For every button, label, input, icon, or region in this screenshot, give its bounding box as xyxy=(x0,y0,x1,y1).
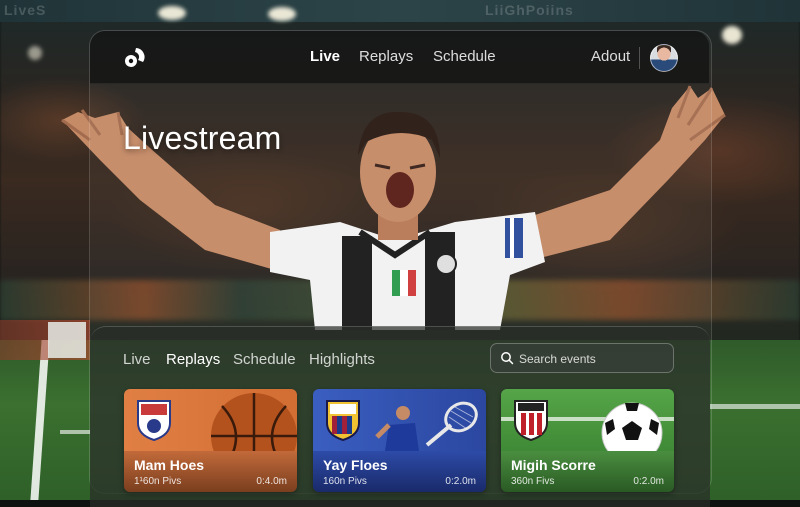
event-card[interactable]: Yay Floes 160n Pivs 0:2.0m xyxy=(313,389,486,492)
top-nav: Live Replays Schedule Adout xyxy=(90,31,709,84)
card-info: Migih Scorre 360n Fivs 0:2.0m xyxy=(501,451,674,492)
card-thumbnail xyxy=(313,389,486,451)
tennis-racket-icon xyxy=(425,401,478,447)
card-thumbnail xyxy=(501,389,674,451)
card-meta: 1¹60n Pivs xyxy=(134,476,182,487)
stadium-light xyxy=(28,46,42,60)
card-duration: 0:2.0m xyxy=(633,476,664,487)
card-info: Yay Floes 160n Pivs 0:2.0m xyxy=(313,451,486,492)
search-icon xyxy=(501,352,514,365)
card-title: Mam Hoes xyxy=(134,457,205,473)
tab-highlights[interactable]: Highlights xyxy=(309,351,375,368)
stadium-light xyxy=(268,7,296,21)
card-duration: 0:2.0m xyxy=(445,476,476,487)
tab-replays[interactable]: Replays xyxy=(166,351,220,368)
soccer-ball-icon xyxy=(601,402,663,451)
banner-text: LiiGhPoiins xyxy=(485,2,574,18)
event-card[interactable]: Mam Hoes 1¹60n Pivs 0:4.0m xyxy=(124,389,297,492)
nav-link-about[interactable]: Adout xyxy=(591,48,630,65)
stadium-banner: LiveS LiiGhPoiins xyxy=(0,0,800,22)
tab-live[interactable]: Live xyxy=(123,351,151,368)
card-title: Migih Scorre xyxy=(511,457,596,473)
goal-box xyxy=(48,322,86,358)
nav-link-live[interactable]: Live xyxy=(310,48,340,65)
nav-link-replays[interactable]: Replays xyxy=(359,48,413,65)
card-thumbnail xyxy=(124,389,297,451)
tab-schedule[interactable]: Schedule xyxy=(233,351,296,368)
search-box[interactable] xyxy=(490,343,674,374)
card-duration: 0:4.0m xyxy=(256,476,287,487)
events-panel: Live Replays Schedule Highlights Mam Hoe… xyxy=(90,326,710,507)
nav-link-schedule[interactable]: Schedule xyxy=(433,48,496,65)
hero-title: Livestream xyxy=(123,120,282,156)
logo-mark-icon[interactable] xyxy=(124,46,148,68)
stadium-light xyxy=(158,6,186,20)
pitch-line xyxy=(60,430,90,434)
card-meta: 360n Fivs xyxy=(511,476,555,487)
basketball-icon xyxy=(211,393,297,451)
user-avatar[interactable] xyxy=(650,44,678,72)
team-crest-icon xyxy=(514,400,548,441)
nav-divider xyxy=(639,47,640,69)
search-input[interactable] xyxy=(517,344,671,374)
card-meta: 160n Pivs xyxy=(323,476,367,487)
card-title: Yay Floes xyxy=(323,457,388,473)
card-info: Mam Hoes 1¹60n Pivs 0:4.0m xyxy=(124,451,297,492)
team-crest-icon xyxy=(326,400,360,441)
team-crest-icon xyxy=(137,400,171,441)
event-card[interactable]: Migih Scorre 360n Fivs 0:2.0m xyxy=(501,389,674,492)
tennis-player-icon xyxy=(375,406,419,451)
pitch-line xyxy=(710,404,800,409)
pitch-line xyxy=(30,340,50,500)
banner-text: LiveS xyxy=(4,2,47,18)
stadium-light xyxy=(722,26,742,44)
